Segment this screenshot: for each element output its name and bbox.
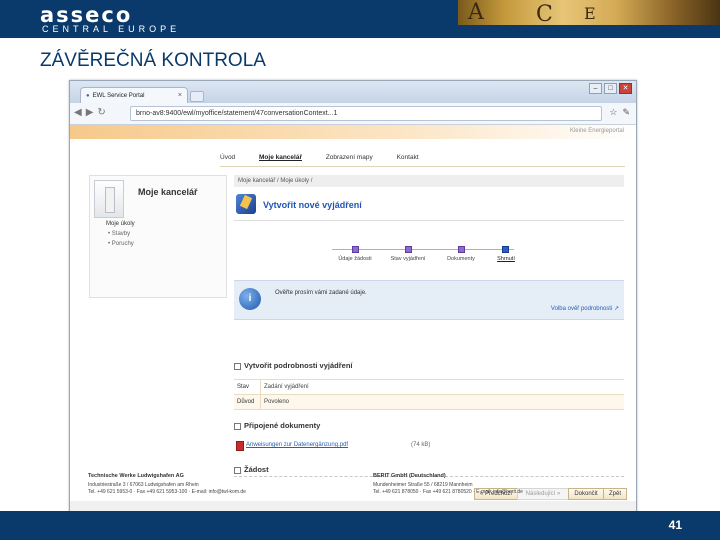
browser-titlebar: ● EWL Service Portal × – □ ✕ [70, 81, 636, 104]
minimize-button[interactable]: – [589, 83, 602, 94]
detail-value: Zadání vyjádření [260, 379, 624, 395]
wrench-icon[interactable]: ✎ [622, 107, 630, 117]
pencil-icon [236, 194, 256, 214]
window-controls: – □ ✕ [587, 83, 632, 94]
slide-footer-bar: 41 [0, 511, 720, 540]
portal-nav: Úvod Moje kancelář Zobrazení mapy Kontak… [220, 154, 441, 161]
nav-item-moje-kancelar[interactable]: Moje kancelář [259, 154, 302, 161]
browser-window: ● EWL Service Portal × – □ ✕ ◀ ▶ ↻ brno-av8:9… [69, 80, 637, 514]
reload-icon[interactable]: ↻ [97, 107, 105, 118]
navigation-buttons: ◀ ▶ ↻ [74, 107, 110, 118]
wizard-step-1[interactable]: Údaje žádosti [335, 256, 375, 263]
finish-button[interactable]: Dokončit [568, 488, 604, 500]
office-door-image [94, 180, 124, 218]
maximize-button[interactable]: □ [604, 83, 617, 94]
wizard-step-3-marker [458, 246, 465, 253]
wizard-step-4[interactable]: Shrnutí [486, 256, 526, 263]
photo-letter-a: A [468, 0, 484, 25]
back-icon[interactable]: ◀ [74, 107, 82, 118]
browser-tab[interactable]: ● EWL Service Portal × [80, 87, 188, 104]
sidebar-item-label: Poruchy [111, 241, 134, 247]
company-contact: Tel. +49 621 878050 · Fax +49 621 878052… [373, 489, 523, 495]
globe-icon: ● [86, 93, 90, 99]
detail-key: Důvod [234, 394, 261, 410]
company-name: Technische Werke Ludwigshafen AG [88, 473, 184, 479]
wizard-step-2-marker [405, 246, 412, 253]
wizard-step-1-marker [352, 246, 359, 253]
footer-company-left: Technische Werke Ludwigshafen AG Industr… [88, 473, 246, 496]
nav-item-uvod[interactable]: Úvod [220, 154, 235, 161]
new-tab-button[interactable] [190, 91, 204, 102]
header-photo: A C E [458, 0, 720, 25]
photo-letter-e: E [584, 4, 596, 23]
section-attachments[interactable]: Připojené dokumenty [234, 421, 320, 430]
sidebar-item-label: Stavby [111, 231, 131, 237]
footer-company-right: BERIT GmbH (Deutschland) Mundenheimer St… [373, 473, 523, 496]
slide-header-bar: asseco CENTRAL EUROPE A C E [0, 0, 720, 38]
window-close-button[interactable]: ✕ [619, 83, 632, 94]
attachment-link[interactable]: Anweisungen zur Datenergänzung.pdf [246, 442, 348, 448]
detail-key: Stav [234, 379, 261, 395]
page-number: 41 [668, 518, 682, 532]
sidebar-item-poruchy[interactable]: • Poruchy [106, 241, 135, 247]
photo-letter-c: C [536, 2, 553, 25]
collapse-icon [234, 422, 241, 430]
detail-value: Povoleno [260, 394, 624, 410]
star-icon[interactable]: ☆ [609, 107, 617, 117]
info-link[interactable]: Volba ověř podrobnosti ↗ [551, 305, 619, 312]
table-row: Stav Zadání vyjádření [234, 379, 624, 395]
section-details-title: Vytvořit podrobnosti vyjádření [244, 361, 353, 370]
page-heading: Vytvořit nové vyjádření [263, 200, 362, 210]
pdf-icon [236, 441, 244, 451]
sidebar-menu: Moje úkoly • Stavby • Poruchy [106, 221, 135, 251]
section-request-title: Žádost [244, 465, 269, 474]
next-button[interactable]: Následující » [517, 488, 569, 500]
toolbar-right: ☆ ✎ [604, 107, 630, 118]
sidebar: Moje kancelář Moje úkoly • Stavby • Poru… [89, 175, 227, 298]
attachment-size: (74 kB) [411, 442, 431, 448]
sidebar-item-stavby[interactable]: • Stavby [106, 231, 135, 237]
info-box: i Ověřte prosím vámi zadané údaje. Volba… [234, 280, 624, 320]
company-address: Industriestraße 3 / 67063 Ludwigshafen a… [88, 482, 199, 488]
slide-title: ZÁVĚREČNÁ KONTROLA [40, 50, 266, 71]
wizard-step-3[interactable]: Dokumenty [441, 256, 481, 263]
info-icon: i [239, 288, 261, 310]
close-icon[interactable]: × [178, 88, 182, 104]
portal-banner: Kleine Energieportal [70, 125, 636, 139]
info-text: Ověřte prosím vámi zadané údaje. [275, 290, 367, 296]
company-contact: Tel. +49 621 5953-0 · Fax +49 621 5953-1… [88, 489, 246, 495]
logo-subtitle: CENTRAL EUROPE [42, 24, 181, 34]
address-bar[interactable]: brno-av8:9400/ewl/myoffice/statement/47c… [130, 106, 602, 121]
sidebar-item-moje-ukoly[interactable]: Moje úkoly [106, 221, 135, 227]
sidebar-title: Moje kancelář [138, 187, 198, 197]
forward-icon[interactable]: ▶ [86, 107, 94, 118]
collapse-icon [234, 362, 241, 370]
back-button[interactable]: Zpět [603, 488, 627, 500]
heading-divider [234, 220, 624, 221]
browser-toolbar: ◀ ▶ ↻ brno-av8:9400/ewl/myoffice/statement… [70, 103, 636, 125]
company-address: Mundenheimer Straße 55 / 68219 Mannheim [373, 482, 473, 488]
section-details[interactable]: Vytvořit podrobnosti vyjádření [234, 361, 353, 370]
wizard-step-4-marker [502, 246, 509, 253]
nav-item-mapa[interactable]: Zobrazení mapy [326, 154, 373, 161]
org-link[interactable]: Kleine Energieportal [570, 128, 624, 134]
table-row: Důvod Povoleno [234, 394, 624, 410]
tab-title: EWL Service Portal [92, 93, 145, 99]
nav-divider [220, 166, 625, 167]
section-attachments-title: Připojené dokumenty [244, 421, 321, 430]
nav-item-kontakt[interactable]: Kontakt [397, 154, 419, 161]
portal-page: Kleine Energieportal Úvod Moje kancelář … [70, 125, 636, 513]
company-name: BERIT GmbH (Deutschland) [373, 473, 446, 479]
wizard-progress-line [332, 249, 514, 250]
breadcrumb[interactable]: Moje kancelář / Moje úkoly / [234, 175, 624, 187]
details-table: Stav Zadání vyjádření Důvod Povoleno [234, 379, 624, 410]
wizard-step-2[interactable]: Stav vyjádření [388, 256, 428, 263]
